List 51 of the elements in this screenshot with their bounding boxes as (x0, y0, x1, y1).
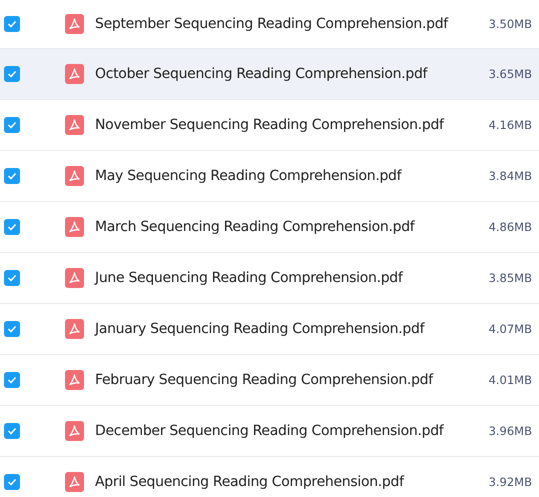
pdf-icon (65, 115, 84, 135)
file-size: 4.86MB (488, 220, 532, 234)
file-name: May Sequencing Reading Comprehension.pdf (95, 168, 403, 184)
file-size: 3.85MB (488, 271, 532, 285)
checkbox[interactable] (4, 16, 20, 32)
file-name: April Sequencing Reading Comprehension.pdf (95, 474, 406, 490)
pdf-icon (65, 14, 84, 34)
check-icon (7, 223, 17, 231)
check-icon (7, 325, 17, 333)
file-size: 4.07MB (488, 322, 532, 336)
checkbox[interactable] (4, 270, 20, 286)
pdf-icon (65, 421, 84, 441)
file-size: 4.01MB (488, 373, 532, 387)
check-icon (7, 376, 17, 384)
checkbox[interactable] (4, 372, 20, 388)
file-name: March Sequencing Reading Comprehension.pdf (95, 219, 416, 235)
check-icon (7, 20, 17, 28)
checkbox[interactable] (4, 66, 20, 82)
checkbox[interactable] (4, 423, 20, 439)
file-name: December Sequencing Reading Comprehension.pdf (95, 423, 445, 439)
pdf-icon (65, 268, 84, 288)
pdf-icon (65, 319, 84, 339)
file-name: February Sequencing Reading Comprehension.pdf (95, 372, 434, 388)
file-name: September Sequencing Reading Comprehension.pdf (95, 16, 450, 32)
check-icon (7, 121, 17, 129)
file-size: 3.50MB (488, 17, 532, 31)
file-name: November Sequencing Reading Comprehension.pdf (95, 117, 446, 133)
file-size: 3.65MB (488, 67, 532, 81)
checkbox[interactable] (4, 321, 20, 337)
check-icon (7, 70, 17, 78)
check-icon (7, 172, 17, 180)
file-name: June Sequencing Reading Comprehension.pdf (95, 270, 404, 286)
checkbox[interactable] (4, 219, 20, 235)
file-name: October Sequencing Reading Comprehension.pdf (95, 66, 429, 82)
file-name: January Sequencing Reading Comprehension.pdf (95, 321, 426, 337)
pdf-icon (65, 166, 84, 186)
check-icon (7, 427, 17, 435)
checkbox[interactable] (4, 117, 20, 133)
file-size: 3.92MB (488, 475, 532, 489)
file-size: 3.84MB (488, 169, 532, 183)
file-size: 3.96MB (488, 424, 532, 438)
check-icon (7, 274, 17, 282)
pdf-icon (65, 472, 84, 492)
pdf-icon (65, 370, 84, 390)
checkbox[interactable] (4, 168, 20, 184)
file-row[interactable]: October Sequencing Reading Comprehension.pdf 3.65MB (0, 49, 539, 100)
check-icon (7, 478, 17, 486)
file-size: 4.16MB (488, 118, 532, 132)
pdf-icon (65, 217, 84, 237)
checkbox[interactable] (4, 474, 20, 490)
pdf-icon (65, 64, 84, 84)
